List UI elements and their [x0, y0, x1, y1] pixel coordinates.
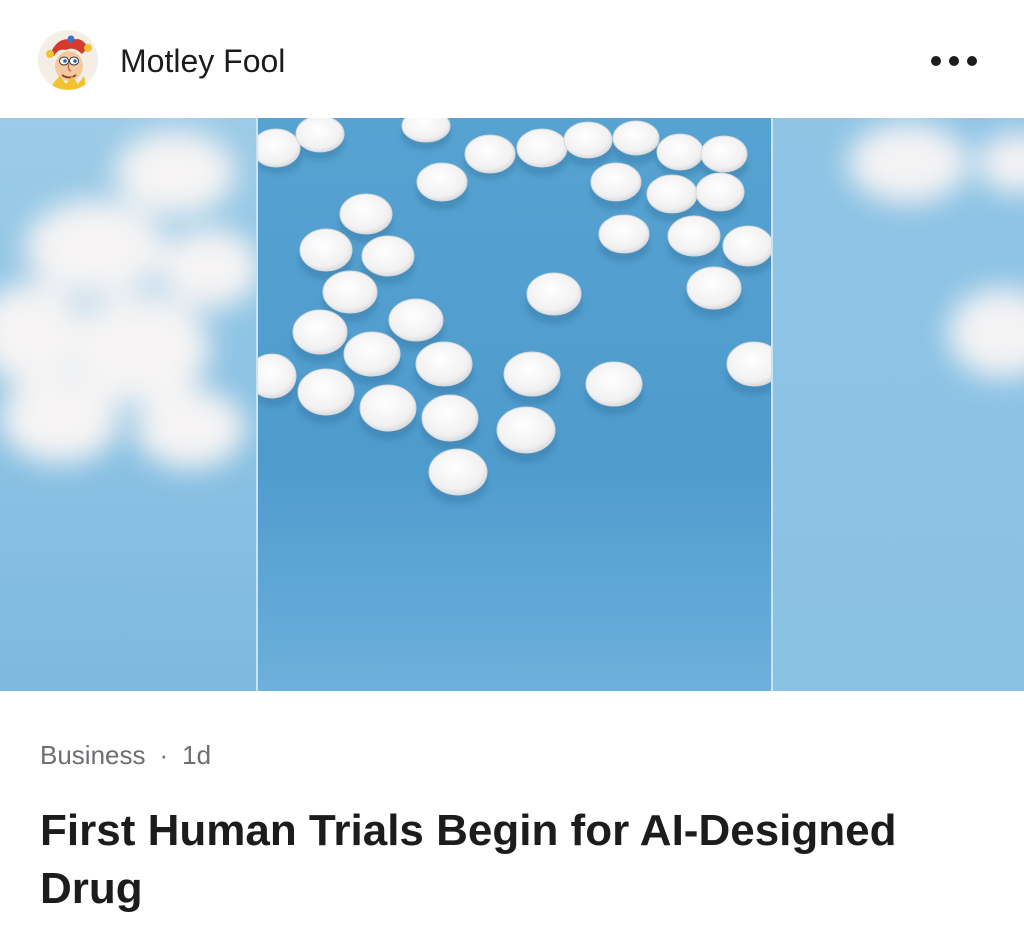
- feed-card-header: Motley Fool: [0, 0, 1024, 118]
- hero-blur-right: [773, 118, 1024, 691]
- article-meta: Business · 1d: [40, 739, 211, 771]
- hero-center-photo: [256, 118, 773, 691]
- more-options-button[interactable]: [922, 44, 986, 78]
- ellipsis-icon: [931, 56, 977, 66]
- article-hero-image[interactable]: [0, 118, 1024, 691]
- hero-blur-left: [0, 118, 256, 691]
- publisher-name[interactable]: Motley Fool: [120, 42, 285, 80]
- article-headline[interactable]: First Human Trials Begin for AI-Designed…: [40, 802, 1000, 918]
- jester-logo-icon: [38, 30, 98, 90]
- meta-separator: ·: [159, 740, 169, 770]
- article-age: 1d: [182, 740, 212, 770]
- publisher-avatar[interactable]: [38, 30, 98, 90]
- category-label[interactable]: Business: [40, 740, 146, 770]
